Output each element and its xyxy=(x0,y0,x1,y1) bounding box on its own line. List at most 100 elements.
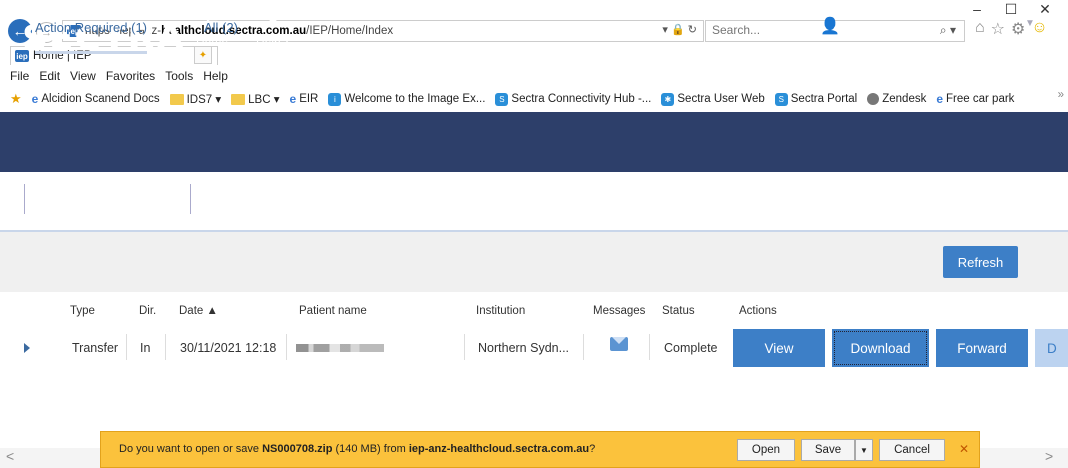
notification-size: (140 MB) from xyxy=(332,443,409,455)
close-window-icon[interactable]: ✕ xyxy=(1028,0,1062,18)
gear-icon[interactable]: ⚙ xyxy=(1011,19,1025,39)
download-notification-bar: Do you want to open or save NS000708.zip… xyxy=(100,431,980,468)
fav-lbc-folder[interactable]: LBC ▾ xyxy=(231,92,280,106)
expand-row-icon[interactable] xyxy=(24,343,30,353)
cell-dir: In xyxy=(140,341,151,355)
folder-icon xyxy=(231,93,246,105)
col-institution[interactable]: Institution xyxy=(476,305,525,317)
fav-label: Alcidion Scanend Docs xyxy=(41,93,160,105)
favorites-bar: ★ e Alcidion Scanend Docs IDS7 ▾ LBC ▾ eE… xyxy=(10,89,1068,109)
address-icons: ▾ 🔒 ↻ xyxy=(662,23,697,36)
ie-page-icon: e xyxy=(289,92,297,106)
sectra-site-icon: S xyxy=(774,92,788,106)
browser-tool-icons: ⌂ ☆ ⚙ ☺ xyxy=(975,19,1048,39)
cancel-button[interactable]: Cancel xyxy=(879,439,945,461)
user-menu[interactable]: 👤 Philip Wong xyxy=(820,16,908,36)
fav-label: Zendesk xyxy=(882,93,927,105)
fav-label: Sectra Connectivity Hub -... xyxy=(511,93,652,105)
col-type[interactable]: Type xyxy=(70,305,95,317)
sectra-userweb-icon: ✱ xyxy=(661,92,675,106)
menu-edit[interactable]: Edit xyxy=(39,69,60,83)
save-button[interactable]: Save xyxy=(801,439,855,461)
menu-favorites[interactable]: Favorites xyxy=(106,69,155,83)
nav-help[interactable]: ◆ Help ▾ xyxy=(256,8,290,46)
cell-date: 30/11/2021 12:18 xyxy=(180,341,277,355)
fav-label: IDS7 ▾ xyxy=(186,94,222,106)
cell-divider xyxy=(126,334,127,360)
scroll-right-icon[interactable]: > xyxy=(1045,448,1053,464)
user-caret-icon[interactable]: ▼ xyxy=(1025,18,1035,29)
view-button[interactable]: View xyxy=(733,329,825,367)
col-dir[interactable]: Dir. xyxy=(139,305,156,317)
zendesk-icon xyxy=(867,93,880,105)
col-patient-name[interactable]: Patient name xyxy=(299,305,367,317)
fav-user-web[interactable]: ✱ Sectra User Web xyxy=(661,92,765,106)
fav-connectivity-hub[interactable]: S Sectra Connectivity Hub -... xyxy=(495,92,652,106)
cell-divider xyxy=(165,334,166,360)
cell-type: Transfer xyxy=(72,341,119,355)
cell-divider xyxy=(583,334,584,360)
fav-eir[interactable]: e EIR xyxy=(290,92,319,106)
close-notification-icon[interactable]: ✕ xyxy=(959,442,969,456)
ie-page-icon: e xyxy=(936,92,944,106)
iep-site-icon: i xyxy=(328,92,342,106)
user-name: Philip Wong xyxy=(843,19,908,33)
fav-label: EIR xyxy=(299,93,319,105)
minimize-icon[interactable]: – xyxy=(960,0,994,18)
col-messages[interactable]: Messages xyxy=(593,305,645,317)
delete-button-partial[interactable]: D xyxy=(1035,329,1068,367)
dropdown-icon[interactable]: ▾ xyxy=(662,24,668,36)
chevron-more-icon[interactable]: » xyxy=(1058,89,1064,101)
download-button[interactable]: Download xyxy=(832,329,929,367)
fav-label: Sectra User Web xyxy=(677,93,765,105)
patient-name-redacted xyxy=(296,344,384,352)
tab-action-required[interactable]: Action Required (1) xyxy=(35,20,147,54)
save-options-dropdown-icon[interactable]: ▼ xyxy=(855,439,873,461)
menu-file[interactable]: File xyxy=(10,69,29,83)
refresh-button[interactable]: Refresh xyxy=(943,246,1018,278)
notification-filename: NS000708.zip xyxy=(262,443,333,455)
cell-divider xyxy=(286,334,287,360)
toolbar-area xyxy=(0,232,1068,292)
fav-label: Free car park xyxy=(946,93,1015,105)
tab-divider xyxy=(190,184,191,214)
favorites-star-icon[interactable]: ☆ xyxy=(991,19,1005,39)
tab-divider xyxy=(24,184,25,214)
cell-divider xyxy=(649,334,650,360)
notification-message: Do you want to open or save NS000708.zip… xyxy=(119,443,595,455)
sectra-site-icon: S xyxy=(495,92,509,106)
col-date[interactable]: Date ▲ xyxy=(179,305,218,317)
tab-strip xyxy=(0,172,1068,232)
favorites-bar-star-icon[interactable]: ★ xyxy=(10,91,22,107)
fav-ids7-folder[interactable]: IDS7 ▾ xyxy=(169,92,222,106)
cell-status: Complete xyxy=(664,341,718,355)
open-button[interactable]: Open xyxy=(737,439,795,461)
notification-suffix: ? xyxy=(589,443,596,455)
app-header xyxy=(0,112,1068,172)
col-actions: Actions xyxy=(739,305,777,317)
forward-action-button[interactable]: Forward xyxy=(936,329,1028,367)
cell-divider xyxy=(464,334,465,360)
menu-help[interactable]: Help xyxy=(203,69,228,83)
fav-free-car-park[interactable]: e Free car park xyxy=(936,92,1014,106)
cell-institution: Northern Sydn... xyxy=(478,341,570,355)
fav-sectra-portal[interactable]: S Sectra Portal xyxy=(774,92,857,106)
maximize-icon[interactable]: ☐ xyxy=(994,0,1028,18)
search-icon[interactable]: ⌕ ▾ xyxy=(940,23,956,38)
scroll-left-icon[interactable]: < xyxy=(6,448,14,464)
fav-zendesk[interactable]: Zendesk xyxy=(867,93,926,105)
menu-bar: File Edit View Favorites Tools Help xyxy=(10,69,228,83)
lock-icon: 🔒 xyxy=(671,24,685,36)
menu-view[interactable]: View xyxy=(70,69,96,83)
fav-welcome[interactable]: i Welcome to the Image Ex... xyxy=(328,92,486,106)
envelope-icon[interactable] xyxy=(610,337,628,351)
refresh-page-icon[interactable]: ↻ xyxy=(688,24,697,36)
home-icon[interactable]: ⌂ xyxy=(975,19,985,39)
fav-alcidion[interactable]: e Alcidion Scanend Docs xyxy=(32,92,160,106)
menu-tools[interactable]: Tools xyxy=(165,69,193,83)
fav-label: Welcome to the Image Ex... xyxy=(344,93,486,105)
new-tab-button[interactable]: ✦ xyxy=(194,46,212,64)
tab-all[interactable]: All (2) xyxy=(204,20,238,35)
col-status[interactable]: Status xyxy=(662,305,695,317)
fav-label: LBC ▾ xyxy=(248,94,280,106)
